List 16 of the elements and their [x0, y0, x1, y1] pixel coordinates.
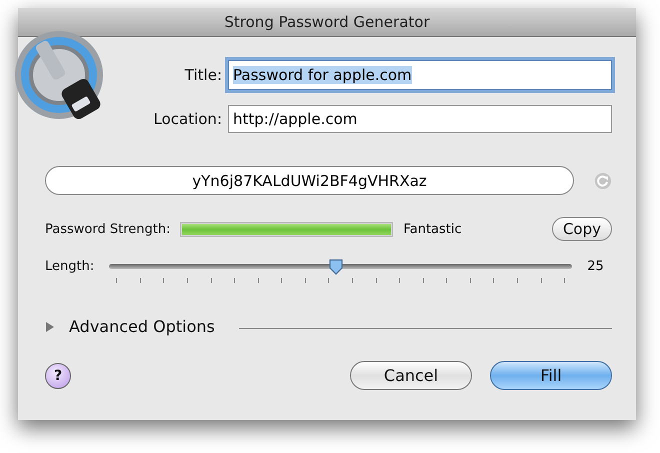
help-button[interactable]: ?	[45, 362, 71, 388]
password-field[interactable]: yYn6j87KALdUWi2BF4gVHRXaz	[45, 166, 574, 195]
strength-rating: Fantastic	[403, 222, 462, 236]
field-label: Title:	[184, 66, 222, 84]
slider-thumb[interactable]	[329, 259, 344, 275]
strength-label: Password Strength:	[45, 222, 170, 236]
length-label: Length:	[45, 259, 94, 274]
window-title: Strong Password Generator	[224, 13, 430, 31]
fill-button[interactable]: Fill	[490, 361, 612, 390]
copy-button[interactable]: Copy	[552, 217, 612, 241]
text-field[interactable]: http://apple.com	[228, 105, 612, 133]
disclosure-triangle-icon	[45, 322, 55, 332]
field-label: Location:	[152, 110, 222, 128]
length-value: 25	[587, 259, 604, 274]
cancel-button[interactable]: Cancel	[350, 361, 472, 390]
text-field[interactable]: Password for apple.com	[228, 60, 612, 90]
